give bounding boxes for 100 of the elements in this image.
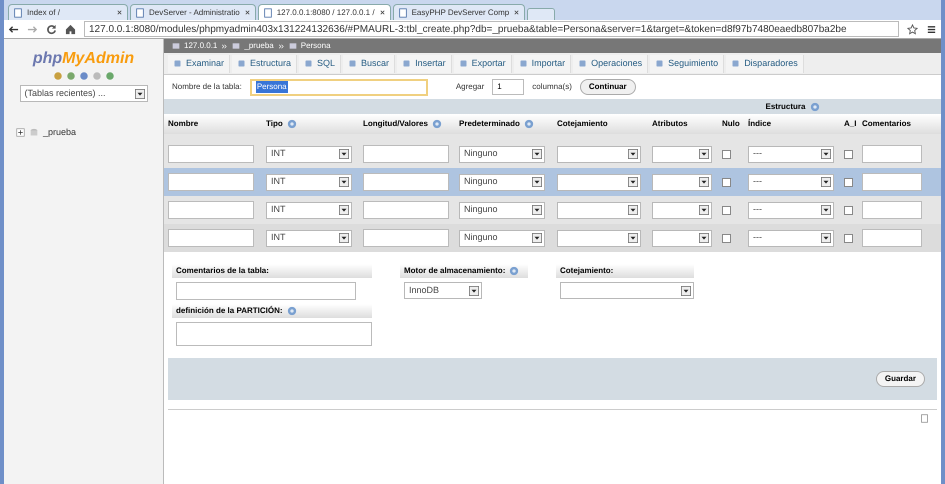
menu-tab[interactable]: Examinar (168, 54, 230, 72)
collation-dropdown[interactable] (557, 230, 641, 246)
dropdown-value: INT (271, 203, 286, 216)
index-dropdown[interactable]: --- (748, 202, 834, 218)
default-dropdown[interactable]: Ninguno (459, 174, 545, 190)
table-name-field[interactable]: Persona (250, 78, 428, 96)
comments-field[interactable] (862, 229, 922, 247)
separator-icon (278, 42, 285, 50)
null-checkbox[interactable] (722, 234, 731, 242)
forward-icon (27, 24, 38, 34)
help-icon (286, 306, 297, 316)
tab-icon (731, 59, 740, 68)
type-dropdown[interactable]: INT (266, 202, 352, 218)
page-icon (135, 8, 145, 18)
menu-tab[interactable]: Operaciones (573, 54, 648, 72)
attributes-dropdown[interactable] (652, 146, 712, 162)
close-icon[interactable] (378, 9, 386, 16)
comments-field[interactable] (862, 145, 922, 163)
length-field[interactable] (363, 173, 449, 191)
browser-tab[interactable]: DevServer - Administratio (130, 4, 256, 20)
column-header: Longitud/Valores (363, 118, 428, 130)
dropdown-value: Ninguno (464, 175, 498, 188)
menu-tab[interactable]: Disparadores (726, 54, 804, 72)
logo[interactable]: phpMyAdmin (32, 51, 134, 67)
menu-tab[interactable]: SQL (299, 54, 342, 72)
default-dropdown[interactable]: Ninguno (459, 146, 545, 162)
auto-increment-checkbox[interactable] (844, 178, 853, 186)
database-item[interactable]: _prueba (43, 126, 76, 140)
default-dropdown[interactable]: Ninguno (459, 230, 545, 246)
dropdown-value: INT (271, 147, 286, 160)
default-dropdown[interactable]: Ninguno (459, 202, 545, 218)
name-field[interactable] (168, 201, 254, 219)
attributes-dropdown[interactable] (652, 230, 712, 246)
length-field[interactable] (363, 201, 449, 219)
index-dropdown[interactable]: --- (748, 146, 834, 162)
home-icon (65, 24, 76, 34)
length-field[interactable] (363, 145, 449, 163)
type-dropdown[interactable]: INT (266, 146, 352, 162)
tab-icon (173, 59, 182, 68)
engine-dropdown[interactable]: InnoDB (404, 282, 482, 299)
auto-increment-checkbox[interactable] (844, 234, 853, 242)
address-bar[interactable]: 127.0.0.1:8080/modules/phpmyadmin403x131224132636/#PMAURL-3:tbl_create.php?db=_prueba&table=Persona&server=1&target=&token=d8f97b7480eaedb807ba2be (84, 21, 899, 37)
help-icon (509, 266, 520, 276)
collation-dropdown[interactable] (557, 174, 641, 190)
expander-icon[interactable] (16, 128, 25, 138)
comments-field[interactable] (862, 173, 922, 191)
column-count-field[interactable]: 1 (492, 79, 524, 95)
menu-icon (926, 24, 937, 34)
browser-tab[interactable]: 127.0.0.1:8080 / 127.0.0.1 / (258, 4, 391, 20)
close-icon[interactable] (116, 9, 123, 16)
table-collation-dropdown[interactable] (560, 282, 694, 299)
menu-tab[interactable]: Insertar (397, 54, 452, 72)
menu-tab[interactable]: Estructura (232, 54, 298, 72)
name-field[interactable] (168, 145, 254, 163)
browser-tab[interactable]: EasyPHP DevServer Comp (392, 4, 526, 20)
auto-increment-checkbox[interactable] (844, 150, 853, 158)
field-label: Nombre de la tabla: (172, 81, 242, 93)
menu-tab[interactable]: Seguimiento (650, 54, 724, 72)
table-comments-field[interactable] (176, 282, 356, 300)
name-field[interactable] (168, 229, 254, 247)
menu-tab[interactable]: Buscar (343, 54, 396, 72)
breadcrumb-link[interactable]: _prueba (244, 40, 274, 52)
null-checkbox[interactable] (722, 206, 731, 214)
tab-icon (402, 59, 412, 68)
recent-tables-dropdown[interactable]: (Tablas recientes) ... (20, 85, 148, 102)
null-checkbox[interactable] (722, 178, 731, 186)
breadcrumb-link[interactable]: 127.0.0.1 (184, 40, 218, 52)
partition-textarea[interactable] (176, 322, 372, 346)
folder-icon (232, 42, 240, 50)
database-icon (29, 128, 39, 138)
attributes-dropdown[interactable] (652, 174, 712, 190)
tab-icon (518, 59, 528, 68)
new-tab-button[interactable] (527, 8, 556, 20)
type-dropdown[interactable]: INT (266, 230, 352, 246)
dropdown-value: --- (753, 175, 762, 188)
menu-tab[interactable]: Exportar (454, 54, 512, 72)
close-icon[interactable] (244, 9, 251, 16)
column-header: Nulo (722, 118, 740, 130)
attributes-dropdown[interactable] (652, 202, 712, 218)
breadcrumb-link[interactable]: Persona (300, 40, 331, 52)
auto-increment-checkbox[interactable] (844, 206, 853, 214)
length-field[interactable] (363, 229, 449, 247)
dropdown-value: --- (753, 203, 762, 216)
field-label: Agregar (456, 81, 484, 93)
save-button[interactable]: Guardar (876, 371, 925, 387)
collation-dropdown[interactable] (557, 202, 641, 218)
separator-icon (221, 42, 228, 50)
menu-tab[interactable]: Importar (514, 54, 572, 72)
close-icon[interactable] (513, 9, 520, 16)
name-field[interactable] (168, 173, 254, 191)
browser-tab[interactable]: Index of / (8, 4, 128, 20)
continue-button[interactable]: Continuar (580, 79, 636, 95)
type-dropdown[interactable]: INT (266, 174, 352, 190)
comments-field[interactable] (862, 201, 922, 219)
null-checkbox[interactable] (722, 150, 731, 158)
index-dropdown[interactable]: --- (748, 230, 834, 246)
collation-dropdown[interactable] (557, 146, 641, 162)
index-dropdown[interactable]: --- (748, 174, 834, 190)
tab-icon (348, 59, 358, 68)
reload-icon (46, 24, 57, 34)
